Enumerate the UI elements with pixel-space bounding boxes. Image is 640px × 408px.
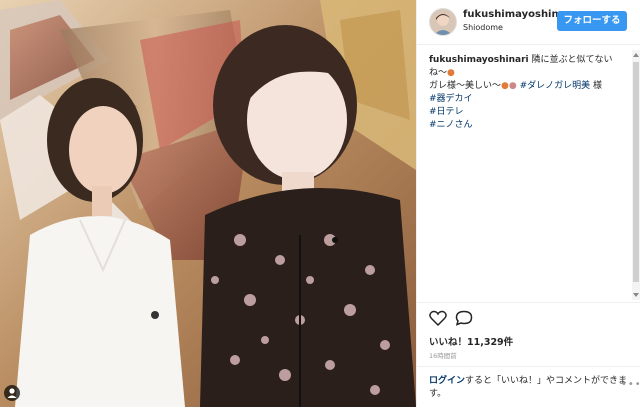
caption-username[interactable]: fukushimayoshinari [429, 55, 529, 65]
username-link[interactable]: fukushimayoshina [463, 9, 565, 20]
post-timestamp: 16時間前 [429, 352, 457, 360]
caption-text-3: 様 [590, 81, 603, 91]
login-link[interactable]: ログイン [429, 376, 465, 386]
heart-icon[interactable] [429, 310, 447, 326]
user-tag-icon[interactable] [4, 385, 20, 401]
hashtag-link[interactable]: #器デカイ [429, 94, 473, 104]
photo-illustration [0, 0, 416, 407]
likes-count[interactable]: いいね！11,329件 [429, 334, 513, 348]
post-caption: fukushimayoshinari 隣に並ぶと似てないね〜● ガレ様〜美しい〜… [429, 54, 625, 132]
post-actions [417, 302, 640, 331]
scrollbar-thumb[interactable] [633, 62, 639, 282]
emoji-icon: ● [501, 81, 509, 91]
hashtag-link[interactable]: #ニノさん [429, 120, 473, 130]
instagram-post: fukushimayoshina Shiodome フォローする fukushi… [0, 0, 640, 407]
follow-button[interactable]: フォローする [557, 11, 627, 31]
scrollbar[interactable] [632, 50, 640, 300]
scroll-up-icon[interactable] [633, 52, 639, 58]
avatar[interactable] [429, 8, 457, 36]
hashtag-link[interactable]: #ダレノガレ明美 [520, 81, 591, 91]
caption-text-2: ガレ様〜美しい〜 [429, 81, 502, 91]
emoji-icon: ● [508, 81, 517, 91]
post-side-panel: fukushimayoshina Shiodome フォローする fukushi… [416, 0, 640, 407]
scroll-down-icon[interactable] [633, 292, 639, 298]
login-text: ログインすると「いいね！」やコメントができます。 [429, 375, 629, 401]
location-link[interactable]: Shiodome [463, 23, 503, 32]
emoji-icon: ● [447, 68, 455, 78]
post-photo[interactable] [0, 0, 416, 407]
login-prompt: ログインすると「いいね！」やコメントができます。 ••• [417, 366, 640, 408]
post-header: fukushimayoshina Shiodome フォローする [417, 0, 640, 45]
hashtag-link[interactable]: #日テレ [429, 107, 464, 117]
more-icon[interactable]: ••• [621, 379, 640, 390]
comment-icon[interactable] [455, 310, 473, 326]
